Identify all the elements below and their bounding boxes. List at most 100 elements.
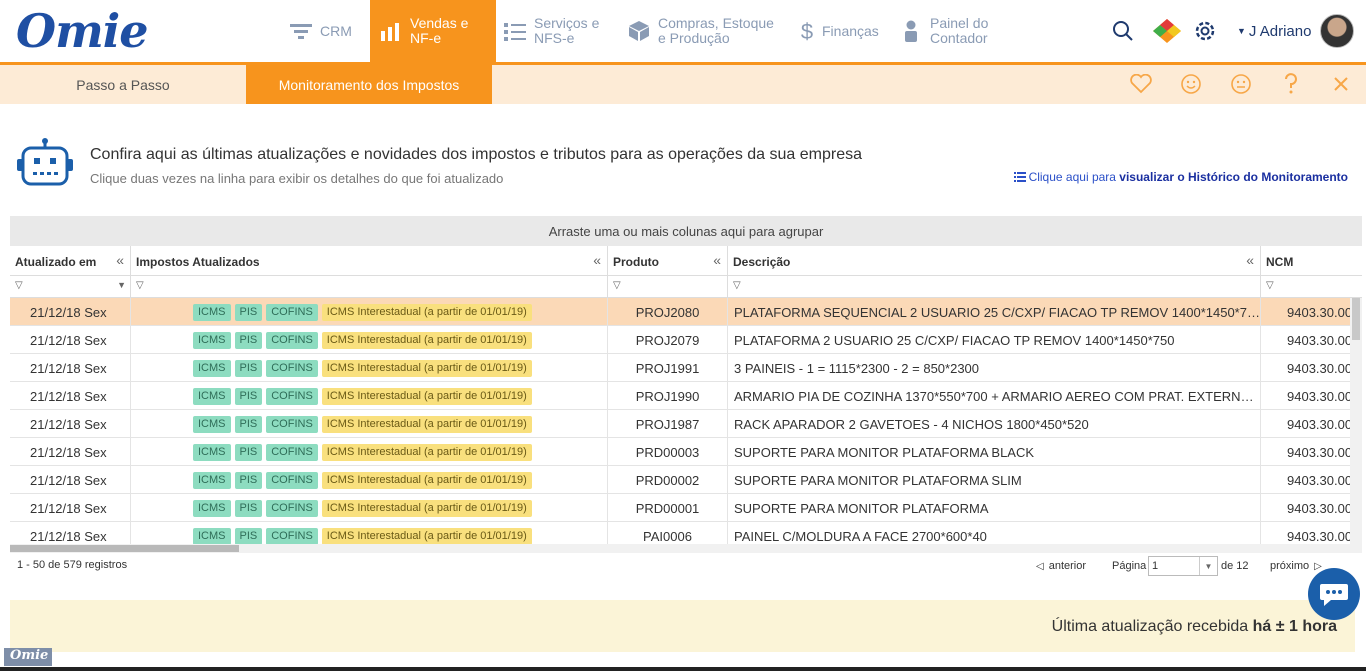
table-row[interactable]: 21/12/18 Sex ICMS PIS COFINS ICMS Interestad…	[10, 382, 1350, 410]
sub-actions	[1128, 71, 1354, 97]
tab-monitoramento[interactable]: Monitoramento dos Impostos	[246, 65, 492, 104]
scroll-thumb[interactable]	[10, 545, 239, 552]
table-row[interactable]: 21/12/18 Sex ICMS PIS COFINS ICMS Interestad…	[10, 466, 1350, 494]
cell-product: PRD00002	[608, 466, 728, 494]
help-icon[interactable]	[1278, 71, 1304, 97]
page-input[interactable]: 1 ▼	[1148, 556, 1218, 576]
user-name: J Adriano	[1248, 22, 1312, 40]
filter-icon: ▽	[136, 280, 144, 291]
collapse-icon[interactable]: «	[116, 252, 124, 268]
tax-badge: ICMS	[193, 499, 231, 517]
nav-item-compras[interactable]: Compras, Estoque e Produção	[628, 0, 780, 62]
column-header-description[interactable]: Descrição «	[728, 246, 1261, 276]
nav-item-contador[interactable]: Painel do Contador	[900, 0, 994, 62]
collapse-icon[interactable]: «	[593, 252, 601, 268]
search-icon[interactable]	[1112, 0, 1134, 62]
avatar[interactable]	[1320, 0, 1354, 62]
column-label: Produto	[613, 255, 659, 269]
last-update-banner: Última atualização recebida há ± 1 hora	[10, 600, 1355, 652]
table-row[interactable]: 21/12/18 Sex ICMS PIS COFINS ICMS Interestad…	[10, 494, 1350, 522]
nav-item-servicos[interactable]: Serviços e NFS-e	[504, 0, 604, 62]
cell-date: 21/12/18 Sex	[10, 522, 131, 544]
tax-badge: PIS	[234, 331, 263, 349]
dropdown-arrow-icon[interactable]: ▼	[117, 280, 126, 290]
nav-label: Finanças	[822, 22, 879, 39]
column-label: NCM	[1266, 255, 1294, 269]
cell-date: 21/12/18 Sex	[10, 410, 131, 438]
column-header-ncm[interactable]: NCM	[1261, 246, 1362, 276]
cell-date: 21/12/18 Sex	[10, 494, 131, 522]
group-panel[interactable]: Arraste uma ou mais colunas aqui para ag…	[10, 216, 1362, 246]
tax-badge: ICMS	[193, 443, 231, 461]
cell-date: 21/12/18 Sex	[10, 438, 131, 466]
table-row[interactable]: 21/12/18 Sex ICMS PIS COFINS ICMS Interestad…	[10, 298, 1350, 326]
cell-description: SUPORTE PARA MONITOR PLATAFORMA BLACK	[728, 438, 1261, 466]
table-row[interactable]: 21/12/18 Sex ICMS PIS COFINS ICMS Interestad…	[10, 438, 1350, 466]
table-row[interactable]: 21/12/18 Sex ICMS PIS COFINS ICMS Interestad…	[10, 354, 1350, 382]
next-page-button[interactable]: próximo ▷	[1270, 556, 1322, 576]
cell-ncm: 9403.30.00	[1287, 472, 1350, 488]
smile-icon[interactable]	[1178, 71, 1204, 97]
user-menu[interactable]: ▼ J Adriano	[1237, 0, 1311, 62]
filter-description[interactable]: ▽	[728, 276, 1261, 298]
page-select[interactable]: 1 ▼	[1148, 556, 1218, 576]
column-header-product[interactable]: Produto «	[608, 246, 728, 276]
description-text: PLATAFORMA 2 USUARIO 25 C/CXP/ FIACAO TP…	[734, 332, 1175, 348]
tax-badge: ICMS	[193, 387, 231, 405]
description-text: ARMARIO PIA DE COZINHA 1370*550*700 + AR…	[734, 388, 1260, 404]
horizontal-scrollbar[interactable]	[10, 544, 1362, 553]
chat-button[interactable]	[1308, 568, 1360, 620]
filter-product[interactable]: ▽	[608, 276, 728, 298]
cell-product: PRD00001	[608, 494, 728, 522]
collapse-icon[interactable]: «	[713, 252, 721, 268]
scroll-thumb[interactable]	[1352, 298, 1360, 340]
history-link-prefix: Clique aqui para	[1028, 170, 1120, 184]
history-link-text[interactable]: visualizar o Histórico do Monitoramento	[1119, 170, 1348, 184]
dropdown-arrow-icon[interactable]: ▼	[1199, 557, 1217, 575]
nav-label: CRM	[320, 22, 352, 39]
filter-ncm[interactable]: ▽	[1261, 276, 1362, 298]
last-update-prefix: Última atualização recebida	[1051, 618, 1253, 635]
omie-logo[interactable]: Omie	[16, 4, 148, 58]
cell-product: PAI0006	[608, 522, 728, 544]
nav-item-financas[interactable]: $ Finanças	[800, 0, 879, 62]
page-total: de 12	[1221, 560, 1249, 572]
column-header-date[interactable]: Atualizado em «	[10, 246, 131, 276]
tax-badge: COFINS	[266, 471, 318, 489]
column-header-taxes[interactable]: Impostos Atualizados «	[131, 246, 608, 276]
tax-badge: PIS	[234, 527, 263, 544]
gear-icon[interactable]	[1193, 0, 1217, 62]
column-label: Atualizado em	[15, 255, 97, 269]
tax-badge: PIS	[234, 387, 263, 405]
vertical-scrollbar[interactable]	[1350, 298, 1362, 544]
filter-taxes[interactable]: ▽	[131, 276, 608, 298]
page-subtitle: Clique duas vezes na linha para exibir o…	[90, 171, 504, 186]
nav-item-vendas[interactable]: Vendas e NF-e	[370, 0, 496, 62]
filter-date[interactable]: ▽ ▼	[10, 276, 131, 298]
prev-page-button[interactable]: ◁ anterior	[1036, 556, 1086, 576]
table-row[interactable]: 21/12/18 Sex ICMS PIS COFINS ICMS Interestad…	[10, 410, 1350, 438]
cell-date: 21/12/18 Sex	[10, 466, 131, 494]
table-row[interactable]: 21/12/18 Sex ICMS PIS COFINS ICMS Interestad…	[10, 326, 1350, 354]
history-link[interactable]: Clique aqui para visualizar o Histórico …	[1013, 170, 1348, 185]
neutral-face-icon[interactable]	[1228, 71, 1254, 97]
tax-badge-interstate: ICMS Interestadual (a partir de 01/01/19…	[321, 331, 532, 349]
cell-description: RACK APARADOR 2 GAVETOES - 4 NICHOS 1800…	[728, 410, 1261, 438]
close-icon[interactable]	[1328, 71, 1354, 97]
description-text: SUPORTE PARA MONITOR PLATAFORMA SLIM	[734, 472, 1022, 488]
cell-description: PLATAFORMA SEQUENCIAL 2 USUARIO 25 C/CXP…	[728, 298, 1261, 326]
tax-badge: ICMS	[193, 527, 231, 544]
filter-icon: ▽	[15, 280, 23, 291]
heart-icon[interactable]	[1128, 71, 1154, 97]
nav-item-crm[interactable]: CRM	[290, 0, 352, 62]
cell-date: 21/12/18 Sex	[10, 354, 131, 382]
record-count: 1 - 50 de 579 registros	[17, 559, 128, 571]
avatar-image	[1320, 14, 1354, 48]
tax-badge: PIS	[234, 471, 263, 489]
collapse-icon[interactable]: «	[1246, 252, 1254, 268]
puzzle-icon[interactable]	[1152, 0, 1182, 62]
cell-ncm: 9403.30.00	[1287, 360, 1350, 376]
table-row[interactable]: 21/12/18 Sex ICMS PIS COFINS ICMS Interestad…	[10, 522, 1350, 544]
cell-taxes: ICMS PIS COFINS ICMS Interestadual (a parti…	[131, 410, 608, 438]
tab-passo-a-passo[interactable]: Passo a Passo	[0, 65, 246, 104]
